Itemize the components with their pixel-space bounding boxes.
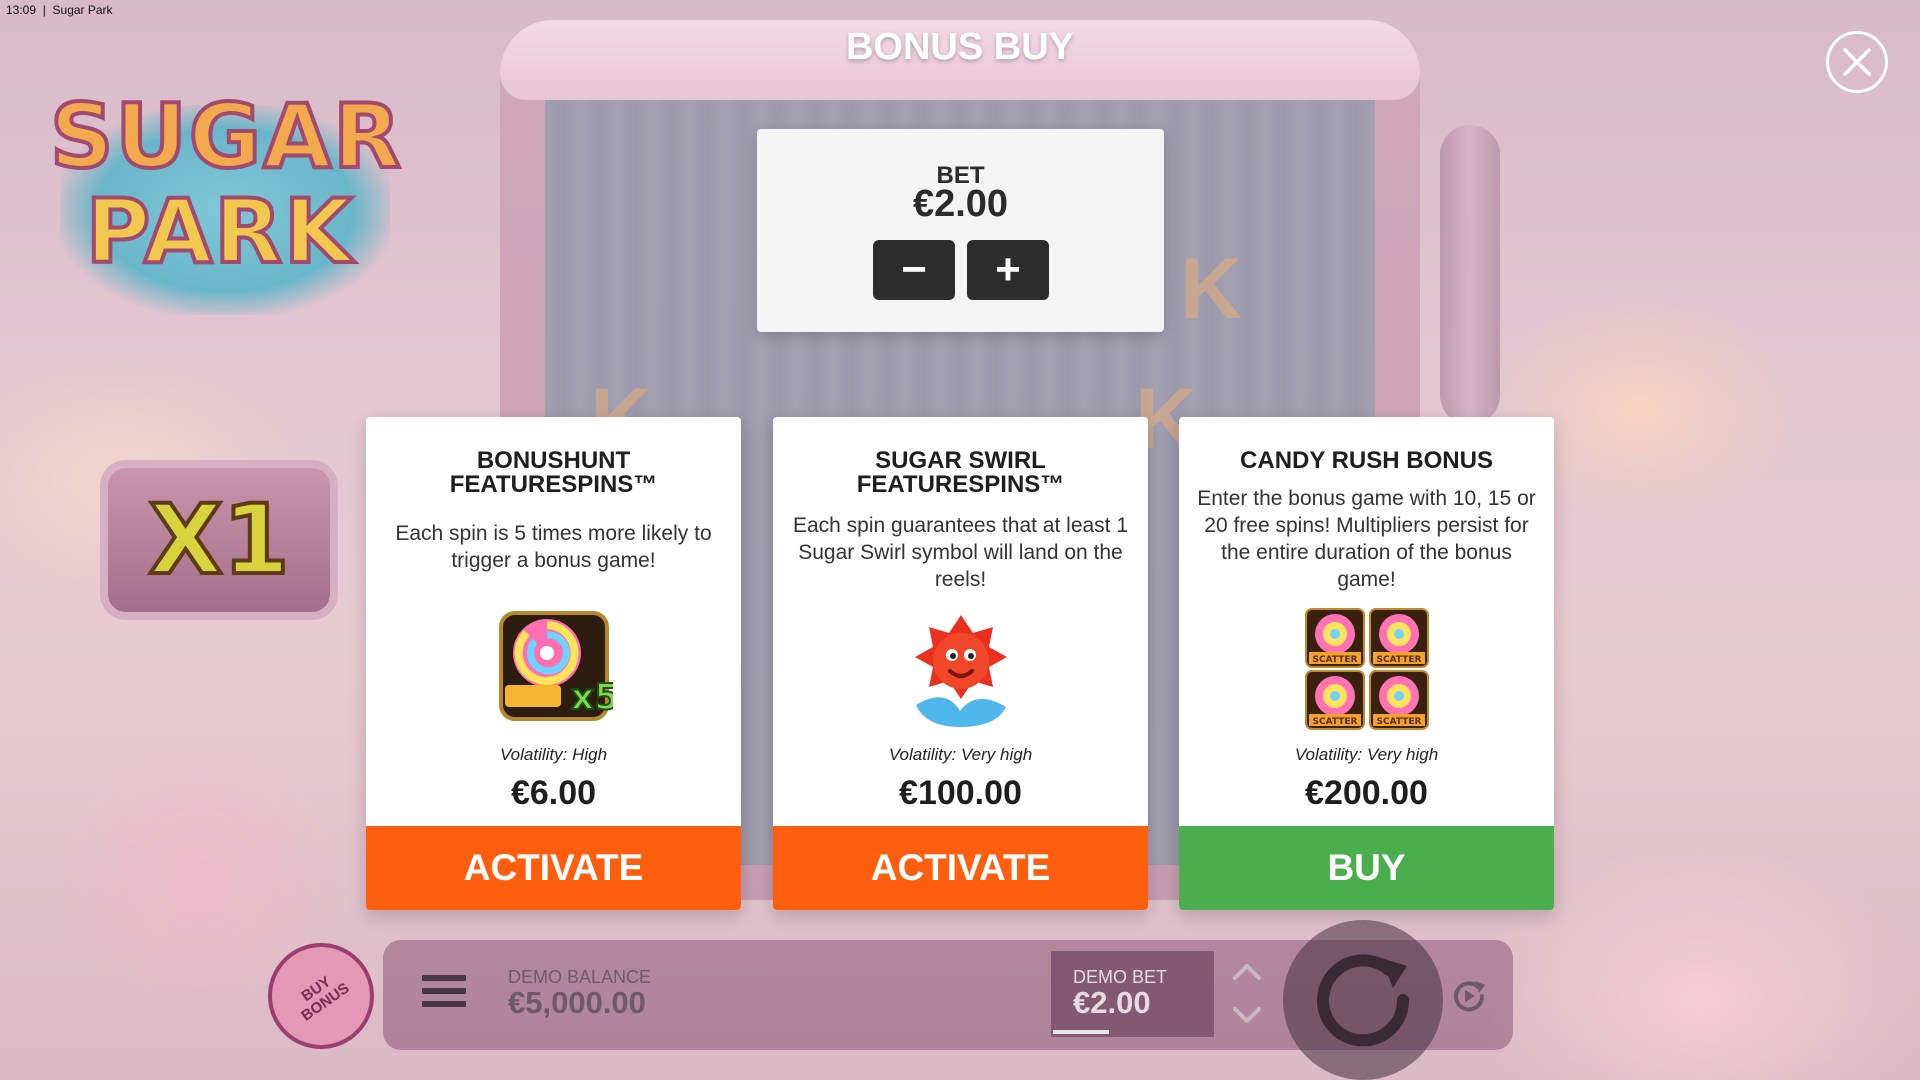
bet-display-value: €2.00	[1073, 985, 1151, 1020]
spin-button[interactable]	[1283, 920, 1443, 1080]
spin-icon	[1317, 954, 1410, 1047]
svg-text:SCATTER: SCATTER	[1312, 717, 1357, 727]
buy-bonus-button[interactable]: BUY BONUS	[268, 943, 374, 1049]
status-app-name: Sugar Park	[52, 3, 113, 17]
logo-line1: SUGAR	[48, 83, 403, 190]
balance-value: €5,000.00	[508, 985, 646, 1020]
svg-text:SCATTER: SCATTER	[1312, 655, 1357, 665]
chevron-up-icon	[1233, 964, 1261, 980]
four-scatters-icon: SCATTER SCATTER SCATTER SCATTER	[1304, 608, 1429, 730]
bet-value: €2.00	[912, 183, 1009, 225]
card-title: BONUSHUNT FEATURESPINS™	[449, 447, 658, 498]
card-description: Each spin guarantees that at least 1 Sug…	[792, 514, 1129, 591]
sugar-swirl-icon	[902, 605, 1020, 729]
card-title: SUGAR SWIRL FEATURESPINS™	[856, 447, 1065, 498]
status-separator: |	[39, 3, 50, 17]
bet-panel: BET €2.00 − +	[757, 129, 1164, 332]
scatter-multiplier-text: x5	[571, 677, 613, 718]
status-time: 13:09	[6, 3, 37, 17]
logo-line2: PARK	[84, 178, 355, 285]
bet-level-bar	[1053, 1030, 1109, 1034]
card-volatility: Volatility: Very high	[1294, 745, 1439, 764]
chevron-down-icon	[1233, 1007, 1261, 1023]
buy-bonus-label: BUY BONUS	[298, 972, 353, 1025]
svg-text:SCATTER: SCATTER	[1376, 717, 1421, 727]
card-volatility: Volatility: High	[499, 745, 608, 764]
scatter-x5-icon: x5	[495, 607, 620, 725]
bet-down-button[interactable]	[1229, 1003, 1265, 1027]
scatter-tile: SCATTER	[1304, 608, 1365, 668]
bonus-option-card: BONUSHUNT FEATURESPINS™ Each spin is 5 t…	[366, 417, 741, 910]
card-price: €6.00	[510, 774, 597, 812]
activate-button[interactable]: ACTIVATE	[773, 826, 1148, 910]
status-bar: 13:09 | Sugar Park	[6, 3, 113, 17]
buy-button[interactable]: BUY	[1179, 826, 1554, 910]
svg-text:SCATTER: SCATTER	[1376, 655, 1421, 665]
multiplier-value: X1	[147, 482, 292, 598]
card-description: Each spin is 5 times more likely to trig…	[395, 522, 712, 572]
dialog-title: BONUS BUY	[845, 26, 1075, 68]
minus-icon: −	[901, 245, 927, 294]
bonus-option-card: CANDY RUSH BONUS Enter the bonus game wi…	[1179, 417, 1554, 910]
card-price: €200.00	[1305, 774, 1428, 812]
autoplay-icon	[1454, 981, 1485, 1012]
game-logo: SUGAR PARK	[48, 75, 403, 315]
multiplier-badge: X1	[100, 460, 338, 620]
card-description: Enter the bonus game with 10, 15 or 20 f…	[1197, 487, 1536, 591]
card-price: €100.00	[899, 774, 1022, 812]
autoplay-button[interactable]	[1448, 975, 1490, 1017]
card-title: CANDY RUSH BONUS	[1240, 447, 1493, 474]
close-button[interactable]	[1826, 31, 1888, 93]
activate-button[interactable]: ACTIVATE	[366, 826, 741, 910]
card-volatility: Volatility: Very high	[888, 745, 1033, 764]
menu-button[interactable]	[422, 975, 466, 1011]
close-icon	[1843, 48, 1871, 76]
bet-up-button[interactable]	[1229, 960, 1265, 984]
bonus-option-card: SUGAR SWIRL FEATURESPINS™ Each spin guar…	[773, 417, 1148, 910]
menu-icon	[422, 975, 466, 981]
bet-decrease-button[interactable]: −	[873, 240, 955, 300]
bet-increase-button[interactable]: +	[967, 240, 1049, 300]
plus-icon: +	[995, 245, 1021, 294]
